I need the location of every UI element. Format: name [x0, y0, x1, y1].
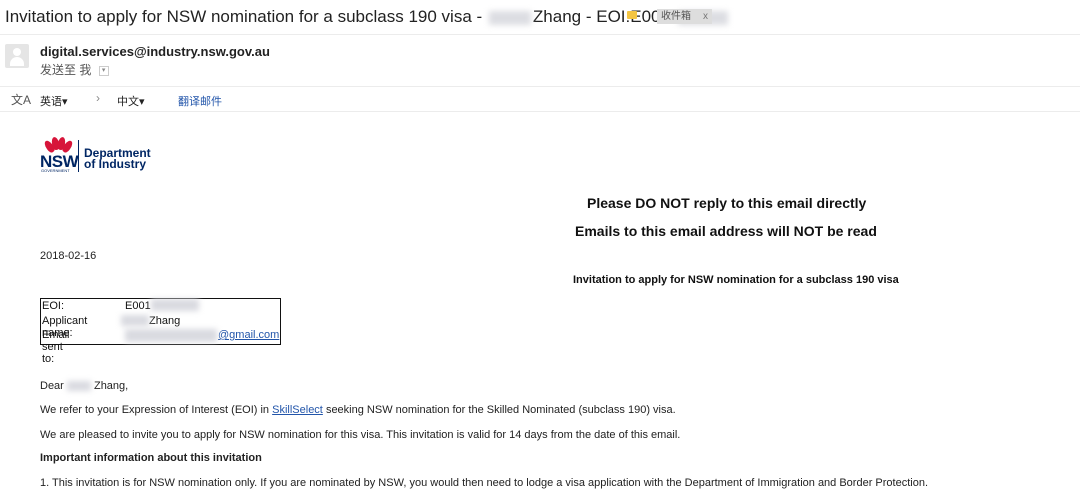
recipient-text: 发送至 我 [40, 63, 92, 77]
department-name: Department of Industry [84, 147, 151, 171]
avatar [5, 44, 29, 68]
avatar-shoulders [10, 57, 24, 66]
show-details-icon[interactable]: ▾ [98, 65, 109, 76]
redacted-text [121, 315, 149, 326]
government-logo-text: GOVERNMENT [41, 168, 70, 173]
target-language-label: 中文 [117, 96, 139, 108]
inbox-label-text: 收件箱 [661, 11, 691, 22]
skillselect-link[interactable]: SkillSelect [272, 404, 323, 416]
redacted-text [125, 329, 217, 342]
subject-prefix: Invitation to apply for NSW nomination f… [5, 7, 483, 26]
redacted-text [66, 381, 91, 392]
subject-bar: Invitation to apply for NSW nomination f… [0, 0, 1080, 34]
important-label-icon[interactable] [627, 11, 637, 19]
paragraph-1: We refer to your Expression of Interest … [40, 404, 676, 416]
not-read-notice: Emails to this email address will NOT be… [575, 223, 877, 239]
target-language-select[interactable]: 中文▾ [117, 93, 145, 109]
greeting: Dear Zhang, [40, 380, 128, 392]
no-reply-notice: Please DO NOT reply to this email direct… [587, 195, 867, 211]
logo-divider [78, 140, 79, 172]
arrow-right-icon: › [96, 91, 100, 105]
p1-after-link: seeking NSW nomination for the Skilled N… [325, 404, 676, 416]
p1-before-link: We refer to your Expression of Interest … [40, 404, 270, 416]
remove-label-icon[interactable]: x [703, 11, 708, 22]
important-heading: Important information about this invitat… [40, 452, 262, 464]
source-language-select[interactable]: 英语▾ [40, 93, 68, 109]
email-label: Email sent to: [42, 329, 70, 365]
email-subject: Invitation to apply for NSW nomination f… [5, 7, 729, 27]
inbox-label-chip[interactable]: 收件箱 x [657, 9, 712, 24]
greeting-prefix: Dear [40, 380, 64, 392]
sender-email[interactable]: digital.services@industry.nsw.gov.au [40, 44, 270, 59]
translate-email-link[interactable]: 翻译邮件 [178, 93, 222, 109]
applicant-value: Zhang [149, 315, 181, 327]
redacted-text [488, 10, 531, 25]
email-value[interactable]: @gmail.com [218, 329, 279, 341]
translate-icon: 文A [11, 93, 32, 107]
redacted-text [151, 299, 199, 311]
applicant-info-box: EOI: E001 Applicant name: Zhang Email se… [40, 298, 281, 365]
invitation-title: Invitation to apply for NSW nomination f… [573, 274, 899, 286]
paragraph-2: We are pleased to invite you to apply fo… [40, 429, 681, 441]
email-date: 2018-02-16 [40, 250, 97, 262]
eoi-label: EOI: [42, 300, 65, 312]
source-language-label: 英语 [40, 96, 62, 108]
translate-bar: 文A 英语▾ › 中文▾ 翻译邮件 [0, 86, 1080, 112]
divider [0, 34, 1080, 35]
recipient-line: 发送至 我 ▾ [40, 61, 109, 78]
eoi-value: E001 [125, 300, 151, 312]
avatar-head [13, 48, 21, 56]
department-line-2: of Industry [84, 157, 146, 171]
list-item: 1. This invitation is for NSW nomination… [40, 477, 929, 489]
greeting-name: Zhang, [93, 380, 129, 392]
subject-name: Zhang [532, 7, 582, 26]
